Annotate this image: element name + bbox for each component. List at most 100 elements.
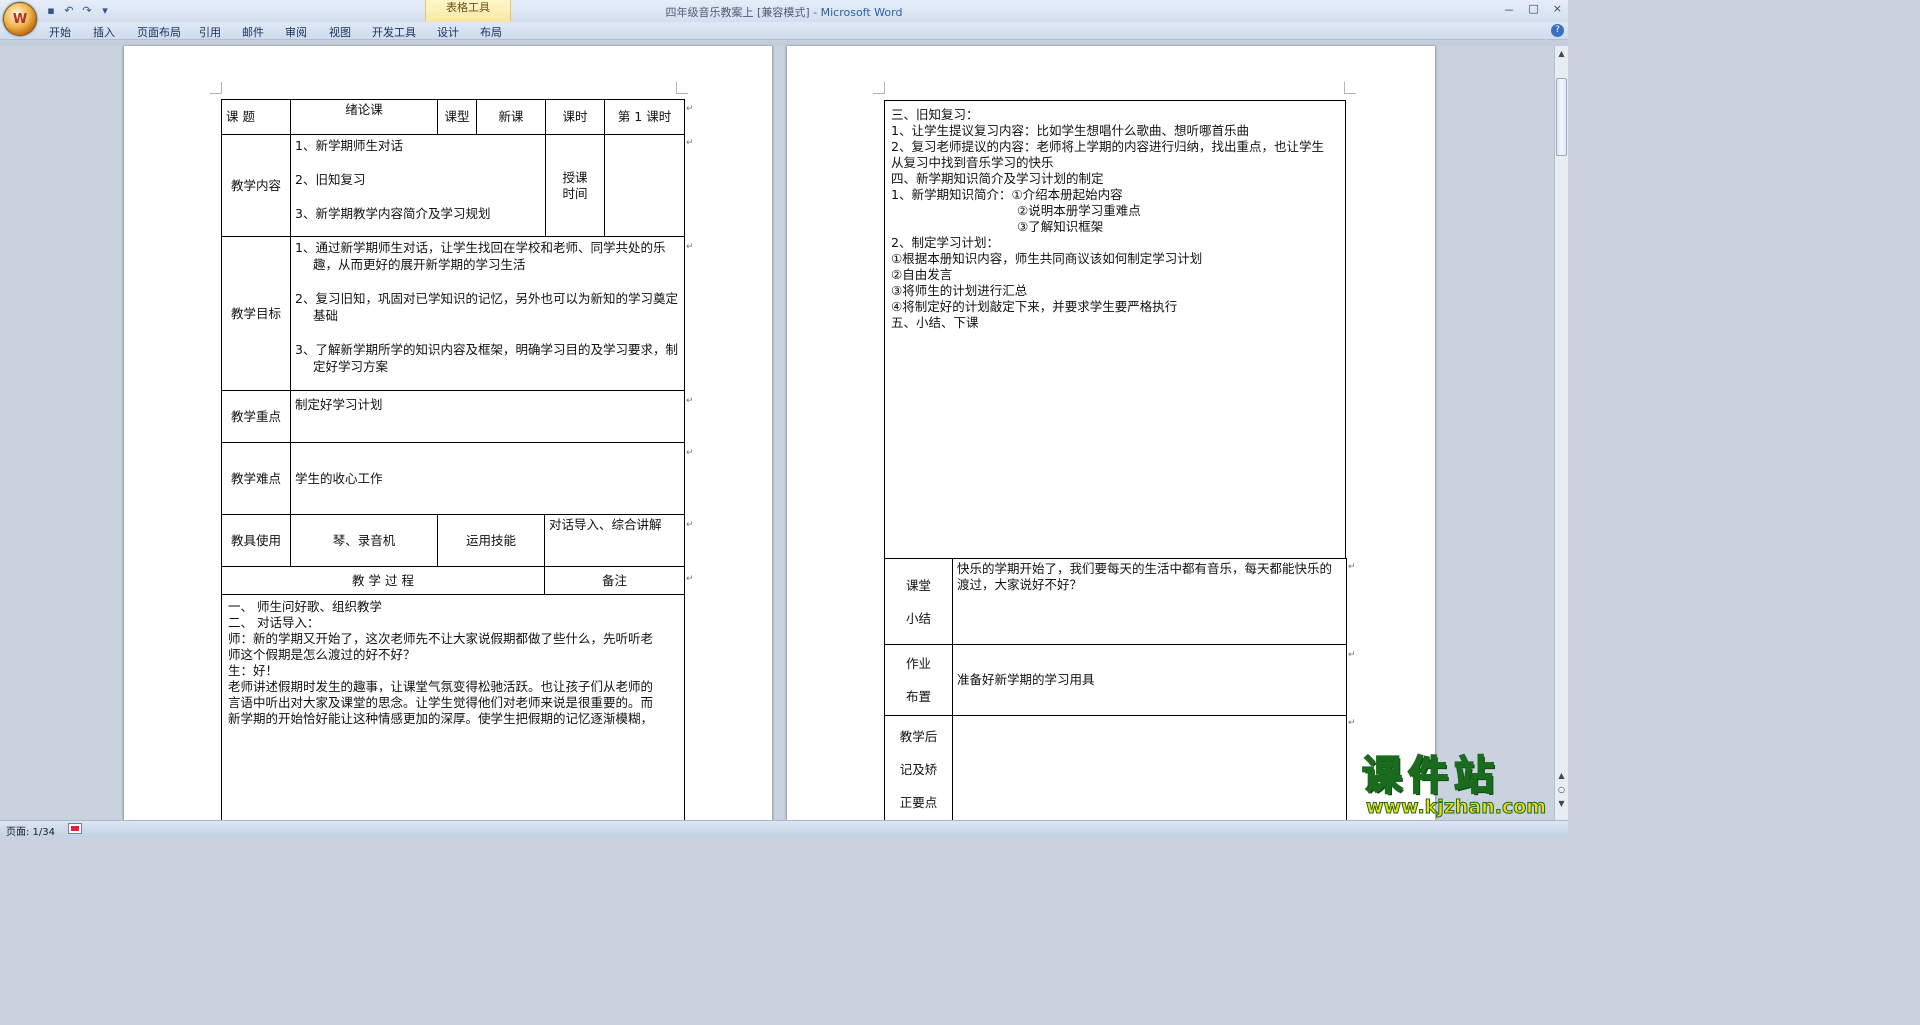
table-row: 课 题 绪论课 课型 新课 课时 第 1 课时 [221,99,685,135]
app-name: Microsoft Word [820,6,903,19]
row-end-mark: ↵ [1348,718,1356,728]
content-item: 3、新学期教学内容简介及学习规划 [295,206,491,221]
document-page-2: 三、旧知复习： 1、让学生提议复习内容：比如学生想唱什么歌曲、想听哪首乐曲 2、… [787,46,1435,826]
lesson-table-top: 课 题 绪论课 课型 新课 课时 第 1 课时 教学内容 1、新学期师生对话 2… [221,99,685,515]
minimize-button[interactable]: － [1503,2,1514,18]
key-point-label[interactable]: 教学重点 [221,390,291,443]
window-controls: － □ × [1503,2,1562,18]
tab-developer[interactable]: 开发工具 [372,24,416,40]
proofing-icon[interactable] [68,823,82,834]
summary-value[interactable]: 快乐的学期开始了，我们要每天的生活中都有音乐，每天都能快乐的渡过，大家说好不好？ [952,558,1347,645]
tab-layout[interactable]: 布局 [480,24,502,40]
skills-label[interactable]: 运用技能 [437,514,545,567]
lesson-table-process: 教 学 过 程 备注 一、 师生问好歌、组织教学 二、 对话导入： 师：新的学期… [221,566,685,825]
table-row: 三、旧知复习： 1、让学生提议复习内容：比如学生想唱什么歌曲、想听哪首乐曲 2、… [884,100,1346,559]
next-page-icon[interactable]: ▼ [1556,798,1567,809]
notes-label[interactable]: 备注 [544,566,685,595]
close-button[interactable]: × [1553,2,1562,18]
office-logo-icon: W [12,11,28,27]
tools-value[interactable]: 琴、录音机 [290,514,438,567]
class-time-label[interactable]: 授课时间 [545,134,605,237]
tab-view[interactable]: 视图 [329,24,351,40]
crop-mark [873,82,885,94]
document-name: 四年级音乐教案上 [兼容模式] [665,6,810,19]
body-line: 一、 师生问好歌、组织教学 [228,599,382,614]
skills-value[interactable]: 对话导入、综合讲解 [544,514,685,567]
tab-references[interactable]: 引用 [199,24,221,40]
period-label[interactable]: 课时 [545,99,605,135]
lesson-type-label[interactable]: 课型 [437,99,477,135]
tab-insert[interactable]: 插入 [93,24,115,40]
content-label[interactable]: 教学内容 [221,134,291,237]
table-row: 教学重点 制定好学习计划 [221,390,685,443]
row-end-mark: ↵ [686,104,694,114]
crop-mark [210,82,222,94]
content-cell[interactable]: 1、新学期师生对话 2、旧知复习 3、新学期教学内容简介及学习规划 [290,134,546,237]
process-label[interactable]: 教 学 过 程 [221,566,545,595]
body-line: 生：好！ [228,663,279,678]
body-line: 师这个假期是怎么渡过的好不好？ [228,647,416,662]
homework-label[interactable]: 作业 布置 [884,644,953,716]
maximize-button[interactable]: □ [1528,2,1538,18]
class-time-value[interactable] [604,134,685,237]
key-point-value[interactable]: 制定好学习计划 [290,390,685,443]
goals-cell[interactable]: 1、通过新学期师生对话，让学生找回在学校和老师、同学共处的乐趣，从而更好的展开新… [290,236,685,391]
reflection-label-line: 正要点 [899,795,938,810]
tab-home[interactable]: 开始 [49,24,71,40]
body-line: 2、制定学习计划： [891,235,999,250]
lesson-table-continued: 三、旧知复习： 1、让学生提议复习内容：比如学生想唱什么歌曲、想听哪首乐曲 2、… [884,100,1346,559]
watermark-url: www.kjzhan.com [1366,796,1547,818]
help-icon[interactable]: ? [1551,24,1564,37]
summary-label[interactable]: 课堂 小结 [884,558,953,645]
table-row: 教学后 记及矫 正要点 [884,715,1347,826]
body-line: 五、小结、下课 [891,315,979,330]
reflection-label-line: 教学后 [899,729,938,744]
prev-page-icon[interactable]: ▲ [1556,770,1567,781]
scroll-thumb[interactable] [1556,78,1567,156]
reflection-label[interactable]: 教学后 记及矫 正要点 [884,715,953,826]
body-line: ④将制定好的计划敲定下来，并要求学生要严格执行 [891,299,1178,314]
goals-label[interactable]: 教学目标 [221,236,291,391]
scroll-up-icon[interactable]: ▲ [1556,48,1567,59]
difficulty-label[interactable]: 教学难点 [221,442,291,515]
reflection-value[interactable] [952,715,1347,826]
tab-design[interactable]: 设计 [437,24,459,40]
table-row: 教具使用 琴、录音机 运用技能 对话导入、综合讲解 [221,514,685,567]
continued-body[interactable]: 三、旧知复习： 1、让学生提议复习内容：比如学生想唱什么歌曲、想听哪首乐曲 2、… [884,100,1346,559]
topic-value[interactable]: 绪论课 [290,99,438,135]
table-row: 教 学 过 程 备注 [221,566,685,595]
lesson-table-summary: 课堂 小结 快乐的学期开始了，我们要每天的生活中都有音乐，每天都能快乐的渡过，大… [884,558,1347,826]
body-line: 师：新的学期又开始了，这次老师先不让大家说假期都做了些什么，先听听老 [228,631,654,646]
table-row: 教学目标 1、通过新学期师生对话，让学生找回在学校和老师、同学共处的乐趣，从而更… [221,236,685,391]
title-separator: - [809,6,821,19]
ribbon-tabs: 开始 插入 页面布局 引用 邮件 审阅 视图 开发工具 设计 布局 [0,22,1568,40]
table-row: 教学内容 1、新学期师生对话 2、旧知复习 3、新学期教学内容简介及学习规划 授… [221,134,685,237]
row-end-mark: ↵ [686,574,694,584]
title-bar: ▪ ↶ ↷ ▾ 表格工具 四年级音乐教案上 [兼容模式] - Microsoft… [0,0,1568,22]
tab-page-layout[interactable]: 页面布局 [137,24,181,40]
office-button[interactable]: W [3,2,37,36]
goal-item: 2、复习旧知，巩固对已学知识的记忆，另外也可以为新知的学习奠定基础 [295,291,678,323]
period-value[interactable]: 第 1 课时 [604,99,685,135]
goal-item: 3、了解新学期所学的知识内容及框架，明确学习目的及学习要求，制定好学习方案 [295,342,678,374]
lesson-type-value[interactable]: 新课 [476,99,546,135]
tab-mailings[interactable]: 邮件 [242,24,264,40]
document-page-1: 课 题 绪论课 课型 新课 课时 第 1 课时 教学内容 1、新学期师生对话 2… [124,46,772,825]
vertical-scrollbar[interactable]: ▲ ▲ ○ ▼ [1554,46,1568,820]
topic-label[interactable]: 课 题 [221,99,291,135]
row-end-mark: ↵ [1348,650,1356,660]
row-end-mark: ↵ [686,138,694,148]
content-item: 2、旧知复习 [295,172,366,187]
row-end-mark: ↵ [686,448,694,458]
page-count[interactable]: 页面: 1/34 [6,823,55,838]
watermark-logo: 课件站 www.kjzhan.com [1361,754,1552,819]
difficulty-value[interactable]: 学生的收心工作 [290,442,685,515]
tools-label[interactable]: 教具使用 [221,514,291,567]
row-end-mark: ↵ [686,520,694,530]
process-body[interactable]: 一、 师生问好歌、组织教学 二、 对话导入： 师：新的学期又开始了，这次老师先不… [221,594,685,825]
tab-review[interactable]: 审阅 [285,24,307,40]
body-line: ①根据本册知识内容，师生共同商议该如何制定学习计划 [891,251,1203,266]
browse-object-icon[interactable]: ○ [1556,784,1567,795]
body-line: 三、旧知复习： [891,107,979,122]
homework-value[interactable]: 准备好新学期的学习用具 [952,644,1347,716]
